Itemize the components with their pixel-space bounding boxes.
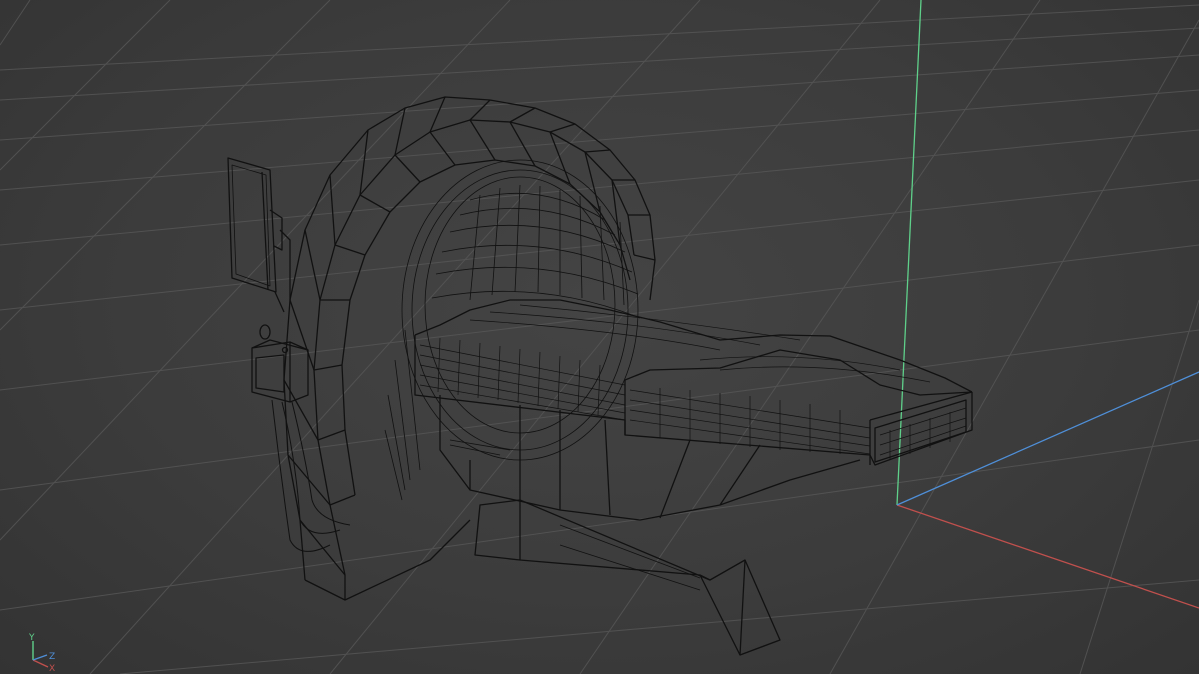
gizmo-z-axis bbox=[32, 654, 48, 661]
ground-grid bbox=[0, 0, 1199, 674]
gizmo-y-label: Y bbox=[28, 633, 35, 643]
gantry-bore bbox=[384, 159, 641, 501]
gizmo-z-label: Z bbox=[49, 652, 55, 662]
3d-viewport[interactable]: Y Z X bbox=[0, 0, 1199, 674]
viewport-canvas[interactable]: Y Z X bbox=[0, 0, 1199, 674]
z-axis-line bbox=[896, 371, 1199, 506]
patient-couch[interactable] bbox=[414, 299, 973, 466]
couch-base[interactable] bbox=[439, 395, 861, 656]
control-panel[interactable] bbox=[251, 324, 351, 552]
gizmo-x-axis bbox=[32, 659, 49, 668]
gizmo-x-label: X bbox=[49, 664, 55, 674]
x-axis-line bbox=[896, 504, 1199, 609]
axis-gizmo: Y Z X bbox=[28, 633, 55, 674]
world-axes bbox=[896, 0, 1199, 609]
